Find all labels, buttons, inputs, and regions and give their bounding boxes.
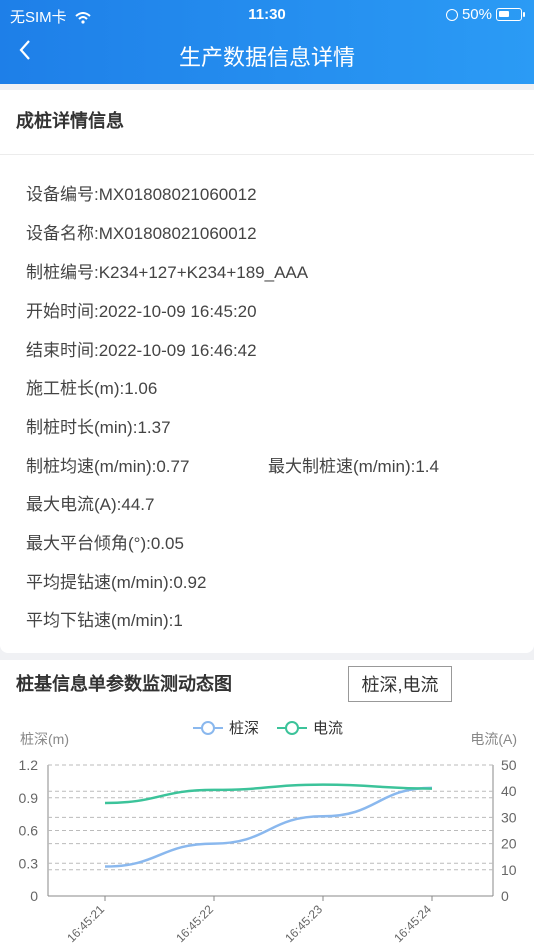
y2-tick-label: 20 [501, 836, 517, 852]
pile-no: 制桩编号:K234+127+K234+189_AAA [26, 263, 309, 282]
duration: 制桩时长(min):1.37 [26, 418, 171, 437]
y2-axis-ticks: 0 10 20 30 40 50 [501, 757, 517, 904]
monitor-chart: 桩深 电流 桩深(m) 电流(A) 0 0.3 0.6 0.9 1.2 0 10 20 30 40… [19, 720, 517, 945]
x-tick-label: 16:45:21 [64, 902, 107, 945]
x-tick-label: 16:45:23 [282, 902, 325, 945]
chart-series [104, 783, 433, 868]
device-name: 设备名称:MX01808021060012 [26, 224, 257, 243]
y2-tick-label: 50 [501, 757, 517, 773]
legend-marker [285, 721, 299, 735]
status-bar: 无SIM卡 11:30 50% [0, 0, 534, 30]
legend-label: 桩深 [229, 720, 259, 737]
y-tick-label: 1.2 [19, 757, 39, 773]
divider [0, 154, 534, 155]
max-current: 最大电流(A):44.7 [26, 495, 155, 514]
x-tick-label: 16:45:24 [391, 902, 434, 945]
series-line-桩深 [104, 786, 433, 868]
avg-speed: 制桩均速(m/min):0.77 [26, 457, 190, 476]
y2-tick-label: 0 [501, 888, 509, 904]
y-tick-label: 0.3 [19, 855, 39, 871]
status-right: 50% [445, 6, 525, 23]
section-title: 成桩详情信息 [16, 111, 124, 131]
rotation-lock-icon [445, 8, 458, 21]
chart-legend: 桩深 电流 [193, 720, 343, 737]
parameter-selector-button[interactable]: 桩深,电流 [348, 666, 452, 702]
chart-title: 桩基信息单参数监测动态图 [16, 674, 232, 694]
y-axis-ticks: 0 0.3 0.6 0.9 1.2 [19, 757, 39, 904]
battery-percent: 50% [461, 6, 492, 23]
pile-length: 施工桩长(m):1.06 [26, 379, 158, 398]
y-tick-label: 0.9 [19, 790, 39, 806]
y2-tick-label: 40 [501, 783, 517, 799]
y2-tick-label: 30 [501, 809, 517, 825]
legend-label: 电流 [313, 720, 343, 737]
y-axis-label: 桩深(m) [20, 731, 69, 747]
y-tick-label: 0 [30, 888, 38, 904]
start-time: 开始时间:2022-10-09 16:45:20 [26, 302, 257, 321]
legend-marker [201, 721, 215, 735]
page-title: 生产数据信息详情 [178, 45, 355, 70]
app-header: 无SIM卡 11:30 50% 生产数据信息详情 [0, 0, 534, 84]
device-no: 设备编号:MX01808021060012 [26, 185, 257, 204]
end-time: 结束时间:2022-10-09 16:46:42 [26, 341, 257, 360]
avg-down: 平均下钻速(m/min):1 [26, 611, 183, 630]
y2-axis-label: 电流(A) [470, 731, 517, 747]
avg-lift: 平均提钻速(m/min):0.92 [26, 573, 207, 592]
x-tick-label: 16:45:22 [173, 902, 216, 945]
chart-grid [47, 764, 494, 897]
y2-tick-label: 10 [501, 862, 517, 878]
x-axis-ticks: 16:45:21 16:45:22 16:45:23 16:45:24 [64, 896, 434, 945]
max-tilt: 最大平台倾角(°):0.05 [26, 534, 184, 553]
y-tick-label: 0.6 [19, 823, 39, 839]
max-speed: 最大制桩速(m/min):1.4 [268, 457, 439, 476]
battery-icon [496, 8, 525, 21]
